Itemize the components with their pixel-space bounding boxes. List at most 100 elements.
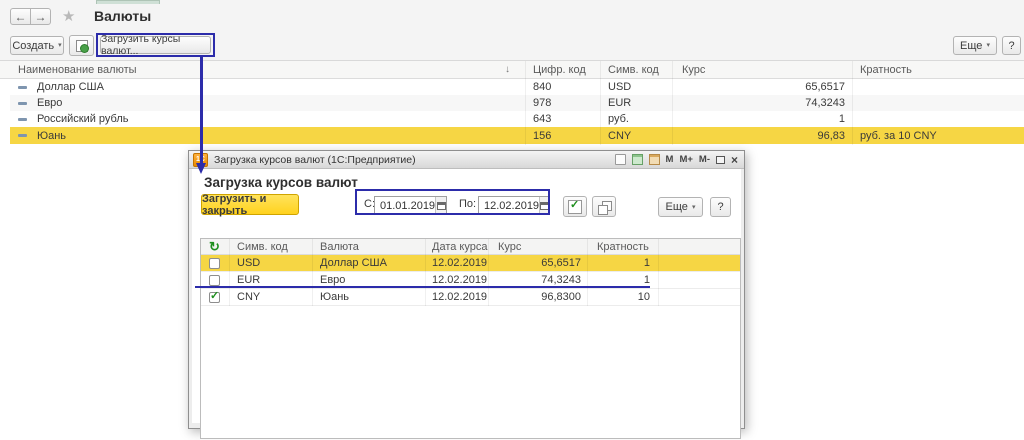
cell-sym-code: CNY (608, 129, 632, 142)
cell-rate: 65,6517 (541, 257, 581, 269)
row-checkbox-checked[interactable]: ✓ (209, 289, 220, 303)
close-icon[interactable]: × (731, 153, 738, 167)
from-date-picker-button[interactable] (435, 197, 446, 214)
column-header-multiplicity[interactable]: Кратность (860, 61, 912, 78)
cell-sym-code: руб. (608, 113, 629, 125)
dialog-body: Загрузка курсов валют Загрузить и закрыт… (192, 169, 741, 439)
refresh-icon[interactable]: ↻ (209, 239, 220, 254)
from-date-input[interactable]: 01.01.2019 (374, 196, 447, 215)
cell-sym-code: USD (237, 257, 261, 269)
from-date-value[interactable]: 01.01.2019 (375, 200, 435, 212)
rates-table-header[interactable]: ↻ Симв. код Валюта Дата курса Курс Кратн… (201, 239, 740, 255)
create-group-button[interactable] (69, 35, 94, 56)
table-row[interactable]: Евро 978 EUR 74,3243 (10, 95, 1024, 111)
row-checkbox[interactable] (209, 257, 220, 269)
column-header-currency[interactable]: Валюта (320, 239, 359, 254)
to-date-value[interactable]: 12.02.2019 (479, 200, 539, 212)
cell-num-code: 156 (533, 129, 552, 142)
currency-table-header[interactable]: Наименование валюты ↓ Цифр. код Симв. ко… (0, 60, 1024, 79)
chevron-down-icon: ▾ (986, 42, 990, 49)
cell-num-code: 840 (533, 81, 552, 93)
cell-rate-date: 12.02.2019 (432, 257, 488, 269)
dialog-heading: Загрузка курсов валют (204, 175, 358, 190)
rates-row[interactable]: ✓ CNY Юань 12.02.2019 96,8300 10 (201, 289, 740, 306)
dialog-title: Загрузка курсов валют (1С:Предприятие) (214, 153, 416, 166)
table-row-selected[interactable]: Юань 156 CNY 96,83 руб. за 10 CNY (10, 127, 1024, 144)
calendar-icon (436, 201, 446, 210)
row-checkbox[interactable] (209, 274, 220, 286)
column-header-multiplicity[interactable]: Кратность (597, 239, 649, 254)
scale-m-plus-button[interactable]: М+ (679, 154, 692, 165)
scale-m-button[interactable]: М (666, 154, 674, 165)
column-header-name[interactable]: Наименование валюты (18, 61, 137, 78)
currency-item-icon (18, 101, 27, 105)
cell-currency: Евро (320, 274, 346, 286)
create-button[interactable]: Создать ▾ (10, 36, 64, 55)
column-header-rate-date[interactable]: Дата курса (432, 239, 487, 254)
column-header-rate[interactable]: Курс (682, 61, 705, 78)
more-button-label: Еще (960, 39, 983, 52)
table-row[interactable]: Доллар США 840 USD 65,6517 (10, 79, 1024, 95)
cell-name: Российский рубль (37, 113, 129, 125)
cell-name: Евро (37, 97, 63, 109)
chevron-down-icon: ▾ (691, 203, 696, 211)
load-and-close-button[interactable]: Загрузить и закрыть (201, 192, 299, 217)
cell-num-code: 978 (533, 97, 552, 109)
rates-row-selected[interactable]: USD Доллар США 12.02.2019 65,6517 1 (201, 255, 740, 272)
cell-rate-date: 12.02.2019 (432, 274, 488, 286)
cell-currency: Юань (320, 291, 350, 303)
set-flags-button[interactable]: ✓ (563, 196, 587, 217)
save-settings-icon[interactable] (614, 154, 626, 165)
back-button[interactable]: ← (10, 8, 31, 25)
load-rates-button[interactable]: Загрузить курсы валют... (100, 33, 211, 57)
restore-window-icon[interactable] (715, 155, 725, 164)
calendar-settings-icon[interactable] (648, 154, 660, 165)
to-date-label: По: (459, 198, 477, 210)
scale-m-minus-button[interactable]: М- (699, 154, 710, 165)
to-date-input[interactable]: 12.02.2019 (478, 196, 550, 215)
cell-rate-date: 12.02.2019 (432, 291, 488, 303)
cell-currency: Доллар США (320, 257, 387, 269)
cell-name: Доллар США (37, 81, 104, 93)
cell-multiplicity: 1 (643, 257, 650, 269)
cell-rate: 74,3243 (805, 97, 845, 109)
table-settings-icon[interactable] (631, 154, 643, 165)
load-rates-button-label: Загрузить курсы валют... (101, 33, 181, 57)
cell-sym-code: USD (608, 81, 632, 93)
cell-multiplicity: руб. за 10 CNY (860, 129, 937, 142)
cell-rate: 96,8300 (541, 291, 581, 303)
column-header-num-code[interactable]: Цифр. код (533, 61, 586, 78)
column-header-rate[interactable]: Курс (498, 239, 521, 254)
cell-multiplicity: 1 (643, 274, 650, 286)
forward-arrow-icon: → (34, 9, 47, 24)
column-header-sym-code[interactable]: Симв. код (237, 239, 288, 254)
cell-rate: 65,6517 (805, 81, 845, 93)
cell-sym-code: EUR (237, 274, 261, 286)
load-and-close-label: Загрузить и закрыть (202, 192, 267, 217)
more-button[interactable]: Еще ▾ (953, 36, 997, 55)
cell-rate: 74,3243 (541, 274, 581, 286)
help-button-label: ? (1008, 39, 1015, 52)
check-icon: ✓ (210, 289, 220, 302)
to-date-picker-button[interactable] (539, 197, 550, 214)
column-header-sym-code[interactable]: Симв. код (608, 61, 659, 78)
1c-logo-icon: 1С (193, 152, 208, 167)
rates-row[interactable]: EUR Евро 12.02.2019 74,3243 1 (201, 272, 740, 289)
favorite-star-icon[interactable]: ★ (62, 7, 75, 25)
cell-name: Юань (37, 129, 67, 142)
set-flags-icon: ✓ (568, 199, 582, 214)
dialog-titlebar[interactable]: 1С Загрузка курсов валют (1С:Предприятие… (189, 151, 744, 169)
currency-item-icon (18, 117, 27, 121)
dialog-more-button[interactable]: Еще ▾ (658, 197, 703, 217)
cell-sym-code: EUR (608, 97, 632, 109)
dialog-more-label: Еще (665, 201, 688, 213)
forward-button[interactable]: → (30, 8, 51, 25)
page-title: Валюты (94, 8, 152, 24)
help-button[interactable]: ? (1002, 36, 1021, 55)
copy-button[interactable] (592, 196, 616, 217)
rates-table: ↻ Симв. код Валюта Дата курса Курс Кратн… (200, 238, 741, 439)
cell-num-code: 643 (533, 113, 552, 125)
table-row[interactable]: Российский рубль 643 руб. 1 (10, 111, 1024, 127)
cell-rate: 96,83 (817, 129, 845, 142)
dialog-help-button[interactable]: ? (710, 197, 731, 217)
